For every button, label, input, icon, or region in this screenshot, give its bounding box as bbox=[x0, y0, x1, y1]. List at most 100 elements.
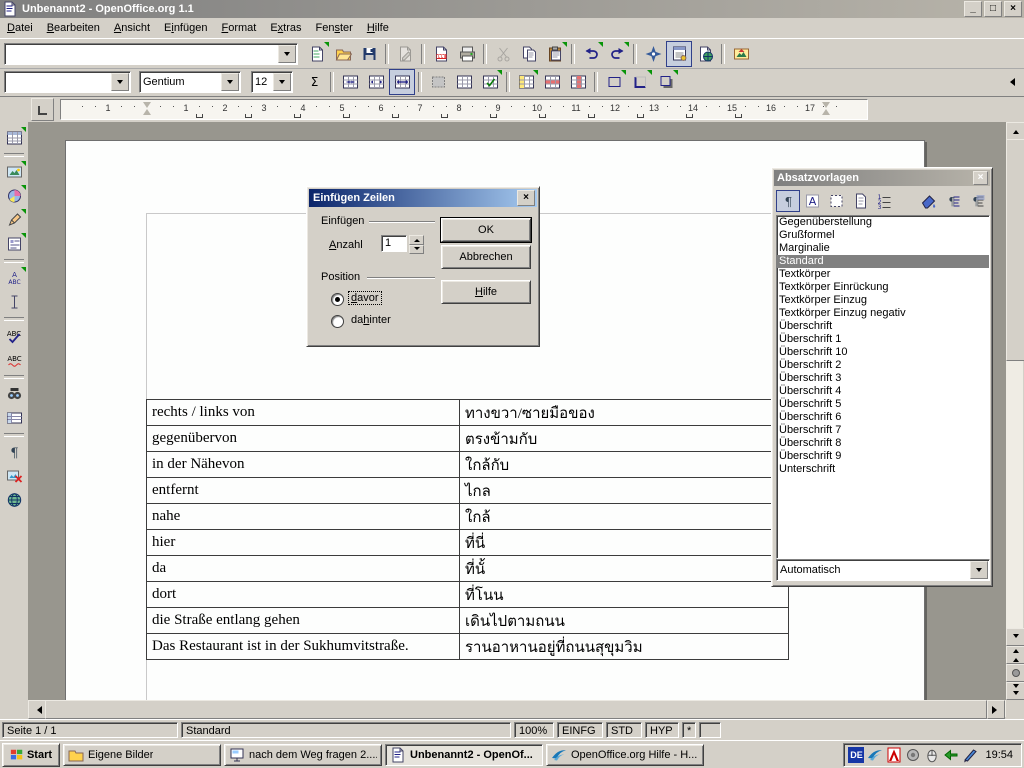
paste-icon[interactable] bbox=[542, 41, 568, 67]
font-name-combobox[interactable]: Gentium bbox=[139, 71, 241, 93]
new-style-from-selection-icon[interactable]: ¶ bbox=[940, 190, 964, 212]
gallery-icon[interactable] bbox=[728, 41, 754, 67]
style-list-item[interactable]: Unterschrift bbox=[777, 463, 989, 476]
cell-thai[interactable]: ไกล bbox=[460, 478, 789, 504]
style-list-item[interactable]: Standard bbox=[777, 255, 989, 268]
next-page-button[interactable] bbox=[1006, 682, 1024, 700]
status-selection-mode[interactable]: STD bbox=[606, 722, 642, 738]
stylist-icon[interactable] bbox=[666, 41, 692, 67]
menu-bearbeiten[interactable]: Bearbeiten bbox=[40, 19, 107, 37]
mouse-tray-icon[interactable] bbox=[924, 747, 940, 763]
export-pdf-icon[interactable] bbox=[428, 41, 454, 67]
style-list-item[interactable]: Überschrift 6 bbox=[777, 411, 989, 424]
style-dropdown-button[interactable] bbox=[111, 73, 129, 91]
style-list-item[interactable]: Marginalie bbox=[777, 242, 989, 255]
paragraph-styles-icon[interactable]: ¶ bbox=[776, 190, 800, 212]
style-list-item[interactable]: Überschrift 1 bbox=[777, 333, 989, 346]
cell-thai[interactable]: ที่โนน bbox=[460, 582, 789, 608]
insert-table-icon[interactable] bbox=[2, 126, 27, 150]
style-list-item[interactable]: Überschrift 5 bbox=[777, 398, 989, 411]
menu-einfgen[interactable]: Einfügen bbox=[157, 19, 214, 37]
ok-button[interactable]: OK bbox=[441, 218, 531, 242]
graphics-onoff-icon[interactable] bbox=[2, 464, 27, 488]
cell-thai[interactable]: ที่นี่ bbox=[460, 530, 789, 556]
style-list-item[interactable]: Grußformel bbox=[777, 229, 989, 242]
minimize-button[interactable]: _ bbox=[964, 1, 982, 17]
cell-german[interactable]: dort bbox=[147, 582, 460, 608]
ooo-quickstart-tray-icon[interactable] bbox=[867, 747, 883, 763]
cell-german[interactable]: die Straße entlang gehen bbox=[147, 608, 460, 634]
open-document-icon[interactable] bbox=[330, 41, 356, 67]
usb-remove-tray-icon[interactable] bbox=[943, 747, 959, 763]
copy-icon[interactable] bbox=[516, 41, 542, 67]
vscroll-thumb[interactable] bbox=[1006, 139, 1024, 361]
language-indicator[interactable]: DE bbox=[848, 747, 864, 763]
style-list-item[interactable]: Überschrift 3 bbox=[777, 372, 989, 385]
style-list-item[interactable]: Überschrift 2 bbox=[777, 359, 989, 372]
style-list-item[interactable]: Textkörper Einzug negativ bbox=[777, 307, 989, 320]
cell-german[interactable]: Das Restaurant ist in der Sukhumvitstraß… bbox=[147, 634, 460, 660]
anzahl-spinner[interactable]: 1 bbox=[381, 235, 424, 254]
split-cells-icon[interactable] bbox=[363, 69, 389, 95]
merge-cells-icon[interactable] bbox=[337, 69, 363, 95]
cell-german[interactable]: hier bbox=[147, 530, 460, 556]
taskbar-task-4[interactable]: OpenOffice.org Hilfe - H... bbox=[546, 744, 704, 766]
taskbar-task-3[interactable]: Unbenannt2 - OpenOf... bbox=[385, 744, 543, 766]
document-table[interactable]: rechts / links vonทางขวา/ซายมือของgegenü… bbox=[146, 399, 789, 660]
hscroll-thumb[interactable] bbox=[45, 700, 987, 719]
margin-marker[interactable] bbox=[822, 102, 831, 115]
character-styles-icon[interactable]: A bbox=[800, 190, 824, 212]
margin-marker[interactable] bbox=[143, 102, 152, 115]
style-list[interactable]: GegenüberstellungGrußformelMarginalieSta… bbox=[776, 215, 990, 559]
maximize-button[interactable]: □ bbox=[984, 1, 1002, 17]
spin-up-button[interactable] bbox=[409, 235, 424, 245]
close-button[interactable]: × bbox=[1004, 1, 1022, 17]
paragraph-style-combobox[interactable] bbox=[4, 71, 131, 93]
frame-styles-icon[interactable] bbox=[824, 190, 848, 212]
pen-tablet-tray-icon[interactable] bbox=[962, 747, 978, 763]
status-modified[interactable]: * bbox=[682, 722, 696, 738]
volume-tray-icon[interactable] bbox=[905, 747, 921, 763]
form-functions-icon[interactable] bbox=[2, 232, 27, 256]
cell-thai[interactable]: ตรงข้ามกับ bbox=[460, 426, 789, 452]
background-icon[interactable] bbox=[425, 69, 451, 95]
tab-type-selector[interactable] bbox=[31, 98, 54, 121]
hyperlink-dialog-icon[interactable] bbox=[692, 41, 718, 67]
font-size-combobox[interactable]: 12 bbox=[251, 71, 293, 93]
page-styles-icon[interactable] bbox=[848, 190, 872, 212]
cell-german[interactable]: nahe bbox=[147, 504, 460, 530]
cut-icon[interactable] bbox=[490, 41, 516, 67]
style-list-item[interactable]: Überschrift 9 bbox=[777, 450, 989, 463]
status-page[interactable]: Seite 1 / 1 bbox=[2, 722, 178, 738]
taskbar-task-2[interactable]: nach dem Weg fragen 2.... bbox=[224, 744, 382, 766]
radio-dahinter[interactable] bbox=[331, 315, 344, 328]
start-button[interactable]: Start bbox=[2, 743, 60, 767]
style-filter-combobox[interactable]: Automatisch bbox=[776, 559, 990, 581]
autotext-icon[interactable]: AABC bbox=[2, 266, 27, 290]
dialog-close-button[interactable]: × bbox=[517, 190, 535, 206]
border-style-icon[interactable] bbox=[477, 69, 503, 95]
style-list-item[interactable]: Überschrift 10 bbox=[777, 346, 989, 359]
edit-file-icon[interactable] bbox=[392, 41, 418, 67]
status-hyperlink-mode[interactable]: HYP bbox=[645, 722, 679, 738]
menu-datei[interactable]: Datei bbox=[0, 19, 40, 37]
spellcheck-icon[interactable]: ABC bbox=[2, 324, 27, 348]
border-corner-icon[interactable] bbox=[627, 69, 653, 95]
status-paragraph-style[interactable]: Standard bbox=[181, 722, 511, 738]
menu-extras[interactable]: Extras bbox=[263, 19, 308, 37]
status-insert-mode[interactable]: EINFG bbox=[557, 722, 603, 738]
style-list-item[interactable]: Gegenüberstellung bbox=[777, 216, 989, 229]
scroll-up-button[interactable] bbox=[1006, 122, 1024, 140]
border-shadow-icon[interactable] bbox=[653, 69, 679, 95]
borders-icon[interactable] bbox=[451, 69, 477, 95]
horizontal-scrollbar[interactable] bbox=[28, 700, 1006, 717]
menu-format[interactable]: Format bbox=[214, 19, 263, 37]
frame-border-icon[interactable] bbox=[601, 69, 627, 95]
previous-page-button[interactable] bbox=[1006, 646, 1024, 664]
style-list-item[interactable]: Textkörper bbox=[777, 268, 989, 281]
cell-thai[interactable]: ใกล้กับ bbox=[460, 452, 789, 478]
anzahl-value[interactable]: 1 bbox=[381, 235, 407, 252]
menu-ansicht[interactable]: Ansicht bbox=[107, 19, 157, 37]
optimize-icon[interactable] bbox=[389, 69, 415, 95]
cell-thai[interactable]: รานอาหานอยู่ที่ถนนสุขุมวิม bbox=[460, 634, 789, 660]
